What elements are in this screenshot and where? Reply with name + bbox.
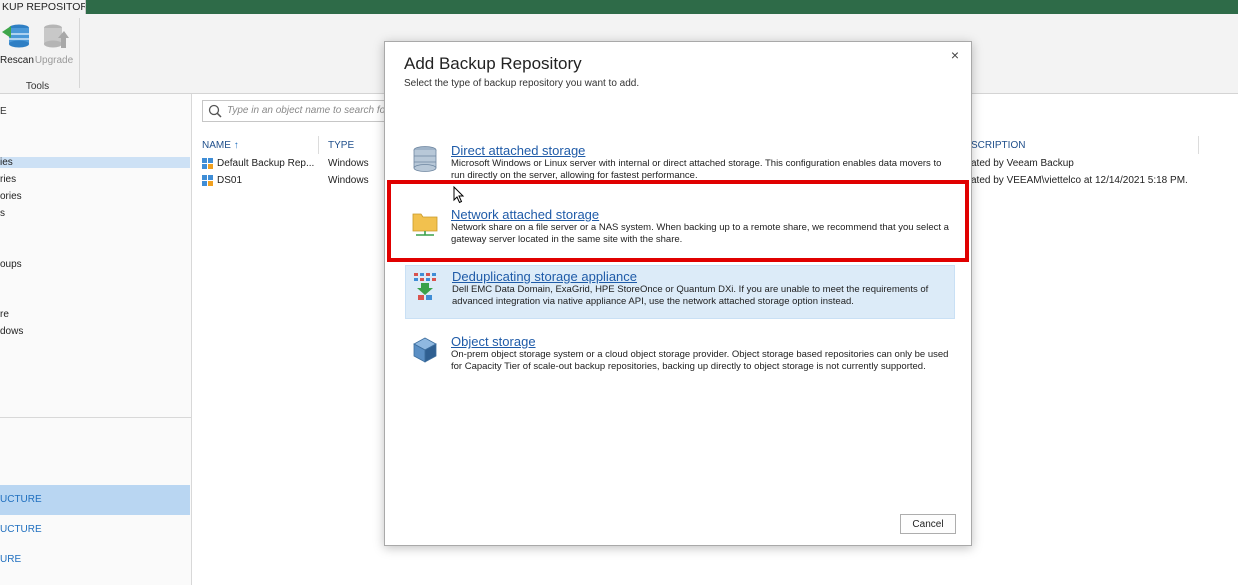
row-name: DS01 [217, 175, 243, 186]
option-deduplicating-storage-appliance[interactable]: Deduplicating storage appliance Dell EMC… [405, 265, 955, 319]
nav-item-repositories[interactable]: ies [0, 157, 190, 168]
repository-icon [202, 158, 213, 169]
option-network-attached-storage[interactable]: Network attached storage Network share o… [405, 204, 955, 252]
network-folder-icon [412, 213, 438, 236]
option-title[interactable]: Direct attached storage [451, 143, 585, 158]
option-direct-attached-storage[interactable]: Direct attached storage Microsoft Window… [405, 140, 955, 188]
option-description: Dell EMC Data Domain, ExaGrid, HPE Store… [452, 284, 929, 307]
rescan-icon [2, 24, 29, 48]
row-description: ated by VEEAM\viettelco at 12/14/2021 5:… [971, 175, 1188, 186]
option-description: Network share on a file server or a NAS … [451, 222, 949, 245]
tools-group-label: Tools [25, 81, 50, 92]
option-object-storage[interactable]: Object storage On-prem object storage sy… [405, 331, 955, 393]
option-title[interactable]: Deduplicating storage appliance [452, 269, 637, 284]
option-description: On-prem object storage system or a cloud… [451, 349, 949, 372]
upgrade-icon [44, 24, 69, 48]
search-input[interactable]: Type in an object name to search for [202, 100, 402, 122]
row-type: Windows [328, 175, 369, 186]
repository-icon [202, 175, 213, 186]
search-icon [208, 104, 222, 118]
nav-section-backup-infrastructure[interactable]: UCTURE [0, 485, 190, 515]
nav-divider [0, 417, 191, 418]
column-header-name-label: NAME [202, 140, 231, 151]
database-icon [413, 146, 437, 172]
row-description: ated by Veeam Backup [971, 158, 1074, 169]
column-header-name[interactable]: NAME ↑ [202, 140, 239, 151]
ribbon-group-divider [79, 18, 80, 88]
nav-item-6[interactable]: re [0, 309, 9, 320]
nav-section-infrastructure-2[interactable]: UCTURE [0, 515, 190, 545]
close-icon[interactable]: × [947, 47, 963, 63]
upgrade-label: Upgrade [34, 55, 74, 66]
ribbon-tab-backup-repository[interactable]: KUP REPOSITORY [0, 0, 86, 15]
add-backup-repository-dialog: Add Backup Repository Select the type of… [384, 41, 972, 546]
nav-item-7[interactable]: dows [0, 326, 23, 337]
sort-ascending-icon: ↑ [233, 140, 239, 151]
upgrade-button[interactable]: Upgrade [34, 22, 74, 66]
option-title[interactable]: Object storage [451, 334, 536, 349]
nav-item-4[interactable]: s [0, 208, 5, 219]
nav-heading: E [0, 106, 7, 117]
nav-item-5[interactable]: oups [0, 259, 22, 270]
cancel-button[interactable]: Cancel [900, 514, 956, 534]
nav-section-infrastructure-3[interactable]: URE [0, 545, 190, 575]
column-header-type[interactable]: TYPE [328, 140, 354, 151]
row-name: Default Backup Rep... [217, 158, 315, 169]
option-description: Microsoft Windows or Linux server with i… [451, 158, 942, 181]
column-header-description[interactable]: SCRIPTION [971, 140, 1025, 151]
object-storage-icon [413, 337, 437, 363]
row-type: Windows [328, 158, 369, 169]
rescan-button[interactable]: Rescan [0, 22, 34, 66]
rescan-label: Rescan [0, 55, 34, 66]
search-placeholder: Type in an object name to search for [227, 105, 389, 116]
option-title[interactable]: Network attached storage [451, 207, 599, 222]
dialog-title: Add Backup Repository [404, 54, 582, 73]
dialog-subtitle: Select the type of backup repository you… [404, 78, 640, 89]
left-navigation: E ies ries ories s oups re dows UCTURE U… [0, 94, 192, 585]
nav-item-3[interactable]: ories [0, 191, 22, 202]
column-divider [318, 136, 319, 154]
column-divider [1198, 136, 1199, 154]
dedup-appliance-icon [414, 273, 436, 300]
mouse-cursor-icon [453, 186, 465, 204]
nav-item-2[interactable]: ries [0, 174, 16, 185]
title-bar [0, 0, 1238, 14]
